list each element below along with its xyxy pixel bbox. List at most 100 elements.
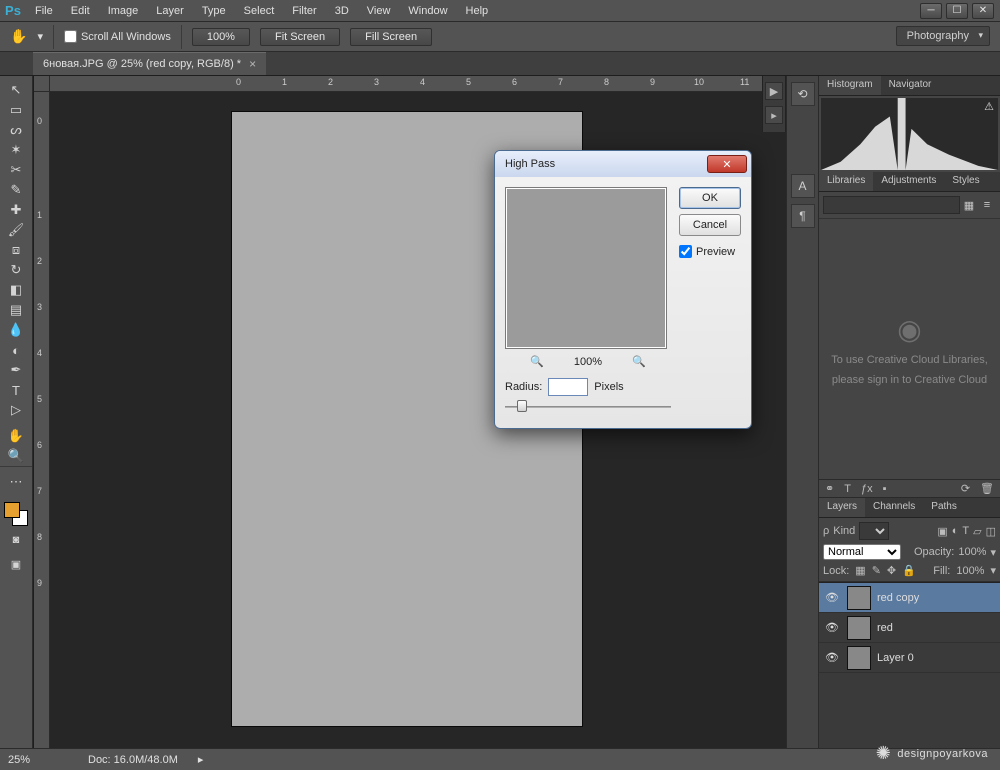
type-tool[interactable]: T [3,380,29,400]
tab-histogram[interactable]: Histogram [819,76,881,95]
brush-tool[interactable]: 🖌 [3,220,29,240]
marquee-tool[interactable]: ▭ [3,100,29,120]
lock-brush-icon[interactable]: ✎ [872,564,881,577]
visibility-icon[interactable]: 👁 [823,621,841,634]
zoom-preset-button[interactable]: 100% [192,28,250,46]
tab-paths[interactable]: Paths [923,498,965,517]
document-tab[interactable]: 6новая.JPG @ 25% (red copy, RGB/8) * × [33,52,266,75]
tab-adjustments[interactable]: Adjustments [873,172,944,191]
menu-select[interactable]: Select [235,0,284,22]
filter-adjust-icon[interactable]: ◐ [952,525,959,537]
path-selection-tool[interactable]: ▷ [3,400,29,420]
eraser-tool[interactable]: ◧ [3,280,29,300]
panel-strip-item[interactable]: ▸ [765,106,783,124]
fill-screen-button[interactable]: Fill Screen [350,28,432,46]
dodge-tool[interactable]: ◐ [3,340,29,360]
blend-mode-dropdown[interactable]: Normal [823,544,901,560]
layer-filter-dropdown[interactable] [859,522,889,540]
opacity-value[interactable]: 100% [958,546,986,558]
pen-tool[interactable]: ✒ [3,360,29,380]
healing-brush-tool[interactable]: ✚ [3,200,29,220]
filter-image-icon[interactable]: ▣ [937,525,947,538]
zoom-in-icon[interactable]: 🔍 [632,355,646,368]
crop-tool[interactable]: ✂ [3,160,29,180]
layer-thumbnail[interactable] [847,616,871,640]
fill-value[interactable]: 100% [956,565,984,577]
preview-checkbox[interactable]: Preview [679,241,741,258]
character-panel-icon[interactable]: A [791,174,815,198]
scroll-all-windows-checkbox[interactable]: Scroll All Windows [64,30,171,43]
library-dropdown[interactable] [823,196,960,214]
close-tab-icon[interactable]: × [249,57,256,71]
window-minimize[interactable]: ─ [920,3,942,19]
workspace-switcher[interactable]: Photography [896,26,990,46]
visibility-icon[interactable]: 👁 [823,591,841,604]
lasso-tool[interactable]: ᔕ [3,120,29,140]
filter-type-icon[interactable]: T [962,525,969,537]
cancel-button[interactable]: Cancel [679,214,741,236]
zoom-level[interactable]: 25% [8,754,68,766]
menu-view[interactable]: View [358,0,400,22]
clone-stamp-tool[interactable]: ⧈ [3,240,29,260]
move-tool[interactable]: ↖ [3,80,29,100]
tab-navigator[interactable]: Navigator [881,76,940,95]
menu-3d[interactable]: 3D [326,0,358,22]
menu-image[interactable]: Image [99,0,148,22]
window-maximize[interactable]: ☐ [946,3,968,19]
dialog-titlebar[interactable]: High Pass ✕ [495,151,751,177]
histogram-warning-icon[interactable]: ⚠ [984,100,994,113]
tab-channels[interactable]: Channels [865,498,923,517]
quick-mask-icon[interactable]: ◙ [3,530,29,550]
play-icon[interactable]: ▶ [765,82,783,100]
trash-icon[interactable]: 🗑 [980,482,994,495]
fill-swatch-icon[interactable]: ▪ [883,483,887,495]
zoom-out-icon[interactable]: 🔍 [530,355,544,368]
magic-wand-tool[interactable]: ✶ [3,140,29,160]
fit-screen-button[interactable]: Fit Screen [260,28,340,46]
link-icon[interactable]: ⚭ [825,482,834,495]
ok-button[interactable]: OK [679,187,741,209]
tab-libraries[interactable]: Libraries [819,172,873,191]
library-list-icon[interactable]: ≡ [978,196,996,214]
radius-input[interactable] [548,378,588,396]
layer-row[interactable]: 👁 red [819,613,1000,643]
type-icon[interactable]: T [844,483,851,495]
filter-preview[interactable] [505,187,667,349]
zoom-tool[interactable]: 🔍 [3,446,29,466]
gradient-tool[interactable]: ▤ [3,300,29,320]
lock-all-icon[interactable]: ▦ [855,564,865,577]
menu-help[interactable]: Help [457,0,498,22]
refresh-icon[interactable]: ⟳ [961,482,970,495]
edit-toolbar[interactable]: ⋯ [3,472,29,492]
layer-thumbnail[interactable] [847,586,871,610]
visibility-icon[interactable]: 👁 [823,651,841,664]
blur-tool[interactable]: 💧 [3,320,29,340]
layer-thumbnail[interactable] [847,646,871,670]
fx-icon[interactable]: ƒx [861,483,873,495]
menu-layer[interactable]: Layer [147,0,193,22]
menu-file[interactable]: File [26,0,62,22]
color-swatch[interactable] [4,502,28,526]
layer-row[interactable]: 👁 red copy [819,583,1000,613]
menu-type[interactable]: Type [193,0,235,22]
filter-shape-icon[interactable]: ▱ [973,525,981,538]
filter-smart-icon[interactable]: ◫ [986,525,996,538]
history-panel-icon[interactable]: ⟲ [791,82,815,106]
tab-layers[interactable]: Layers [819,498,865,517]
eyedropper-tool[interactable]: ✎ [3,180,29,200]
menu-filter[interactable]: Filter [283,0,325,22]
paragraph-panel-icon[interactable]: ¶ [791,204,815,228]
lock-move-icon[interactable]: ✥ [887,564,896,577]
lock-icon[interactable]: 🔒 [902,564,916,577]
library-grid-icon[interactable]: ▦ [960,196,978,214]
window-close[interactable]: ✕ [972,3,994,19]
menu-edit[interactable]: Edit [62,0,99,22]
history-brush-tool[interactable]: ↻ [3,260,29,280]
dialog-close-button[interactable]: ✕ [707,155,747,173]
tab-styles[interactable]: Styles [944,172,987,191]
screen-mode-icon[interactable]: ▣ [3,554,29,574]
hand-tool[interactable]: ✋ [3,426,29,446]
radius-slider[interactable] [505,398,671,418]
menu-window[interactable]: Window [399,0,456,22]
layer-row[interactable]: 👁 Layer 0 [819,643,1000,673]
